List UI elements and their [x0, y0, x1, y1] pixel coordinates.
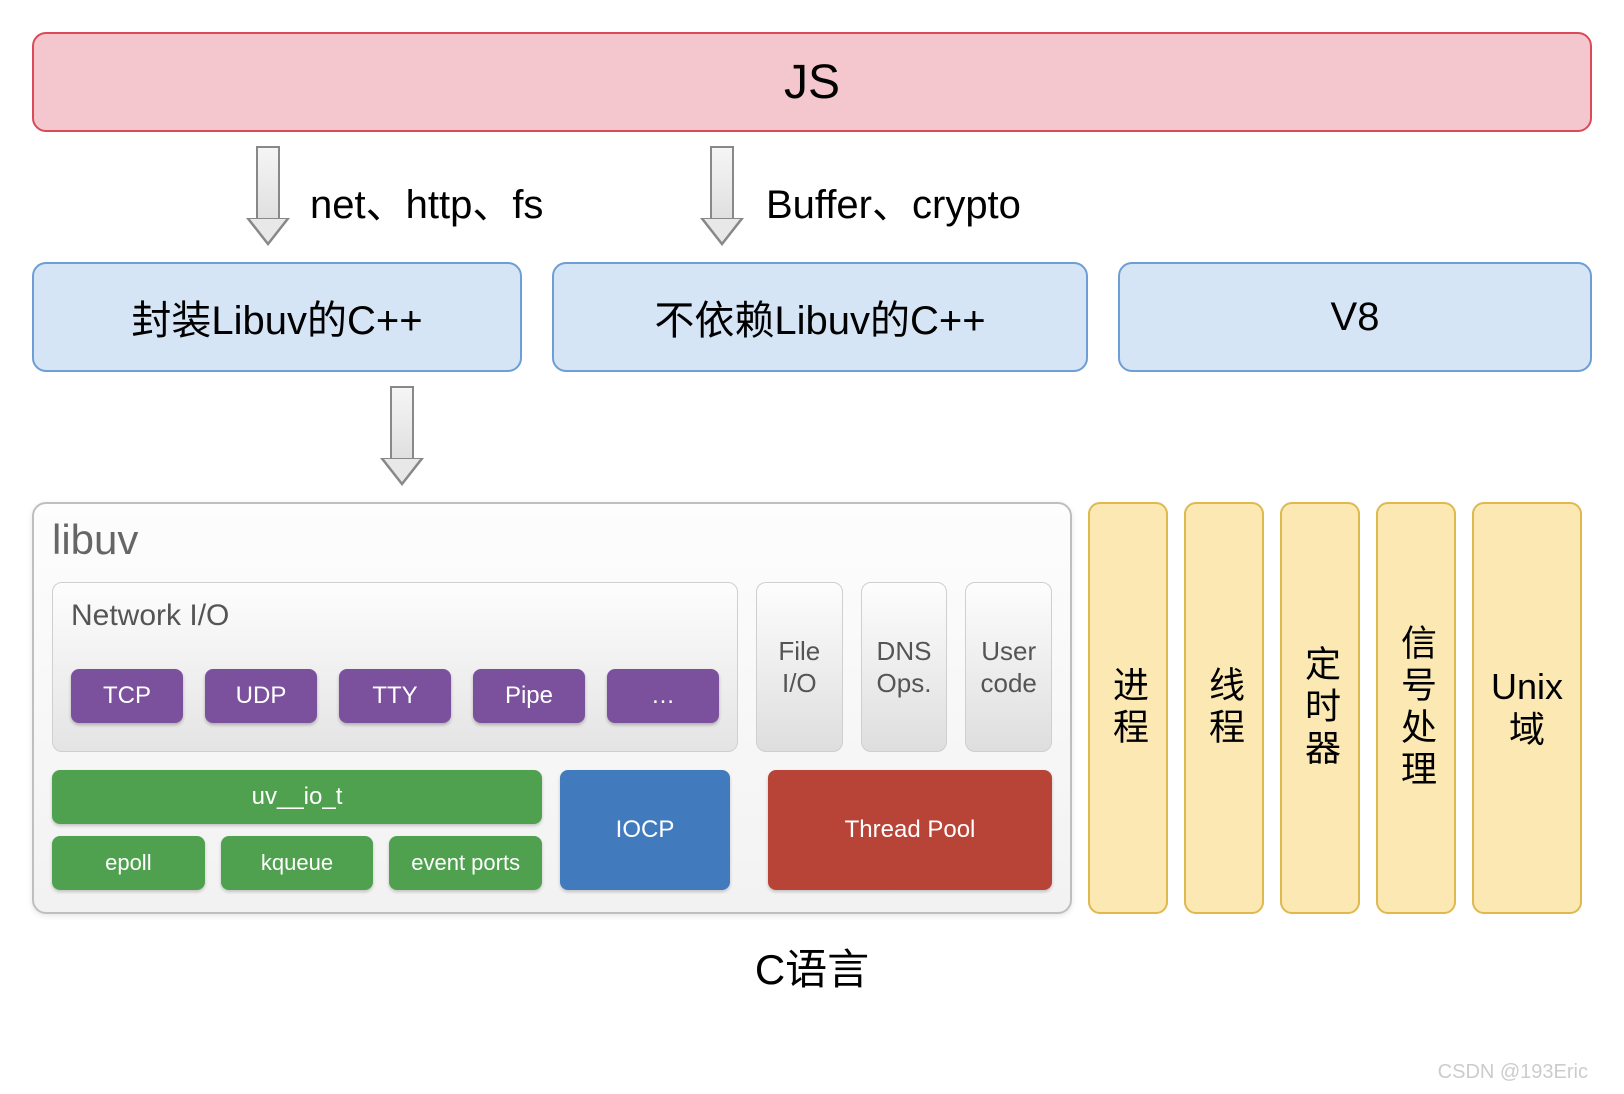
epoll-box: epoll: [52, 836, 205, 890]
v8-box: V8: [1118, 262, 1592, 372]
top-arrows-row: net、http、fs Buffer、crypto: [32, 132, 1592, 262]
pipe-box: Pipe: [473, 669, 585, 723]
arrow-right-label: Buffer、crypto: [766, 172, 1021, 230]
network-io-title: Network I/O: [71, 599, 719, 633]
arrow-right-icon: [702, 146, 742, 246]
thread-pool-box: Thread Pool: [768, 770, 1052, 890]
cpp-nolibuv-box: 不依赖Libuv的C++: [552, 262, 1088, 372]
file-io-box: File I/O: [756, 582, 843, 752]
arrow-left-icon: [248, 146, 288, 246]
uv-io-stack: uv__io_t epoll kqueue event ports: [52, 770, 542, 890]
unix-domain-box: Unix 域: [1472, 502, 1582, 914]
js-box: JS: [32, 32, 1592, 132]
backends-row: epoll kqueue event ports: [52, 836, 542, 890]
cpp-row: 封装Libuv的C++ 不依赖Libuv的C++ V8: [32, 262, 1592, 372]
udp-box: UDP: [205, 669, 317, 723]
tty-box: TTY: [339, 669, 451, 723]
event-ports-box: event ports: [389, 836, 542, 890]
libuv-panel: libuv Network I/O TCP UDP TTY Pipe … Fil…: [32, 502, 1072, 914]
mid-arrow-row: [32, 372, 1592, 502]
uv-io-box: uv__io_t: [52, 770, 542, 824]
timer-box: 定时器: [1280, 502, 1360, 914]
libuv-lower-row: uv__io_t epoll kqueue event ports IOCP T…: [52, 770, 1052, 890]
c-layer-row: libuv Network I/O TCP UDP TTY Pipe … Fil…: [32, 502, 1592, 914]
libuv-upper-row: Network I/O TCP UDP TTY Pipe … File I/O …: [52, 582, 1052, 752]
network-io-panel: Network I/O TCP UDP TTY Pipe …: [52, 582, 738, 752]
libuv-title: libuv: [52, 516, 1052, 564]
tcp-box: TCP: [71, 669, 183, 723]
kqueue-box: kqueue: [221, 836, 374, 890]
process-box: 进程: [1088, 502, 1168, 914]
thread-box: 线程: [1184, 502, 1264, 914]
network-protocols-row: TCP UDP TTY Pipe …: [71, 669, 719, 723]
signal-box: 信号处理: [1376, 502, 1456, 914]
dns-ops-box: DNS Ops.: [861, 582, 948, 752]
more-box: …: [607, 669, 719, 723]
cpp-libuv-box: 封装Libuv的C++: [32, 262, 522, 372]
user-code-box: User code: [965, 582, 1052, 752]
arrow-left-label: net、http、fs: [310, 172, 543, 230]
iocp-box: IOCP: [560, 770, 730, 890]
watermark: CSDN @193Eric: [1438, 1061, 1588, 1084]
c-language-label: C语言: [32, 936, 1592, 997]
arrow-mid-icon: [382, 386, 422, 486]
